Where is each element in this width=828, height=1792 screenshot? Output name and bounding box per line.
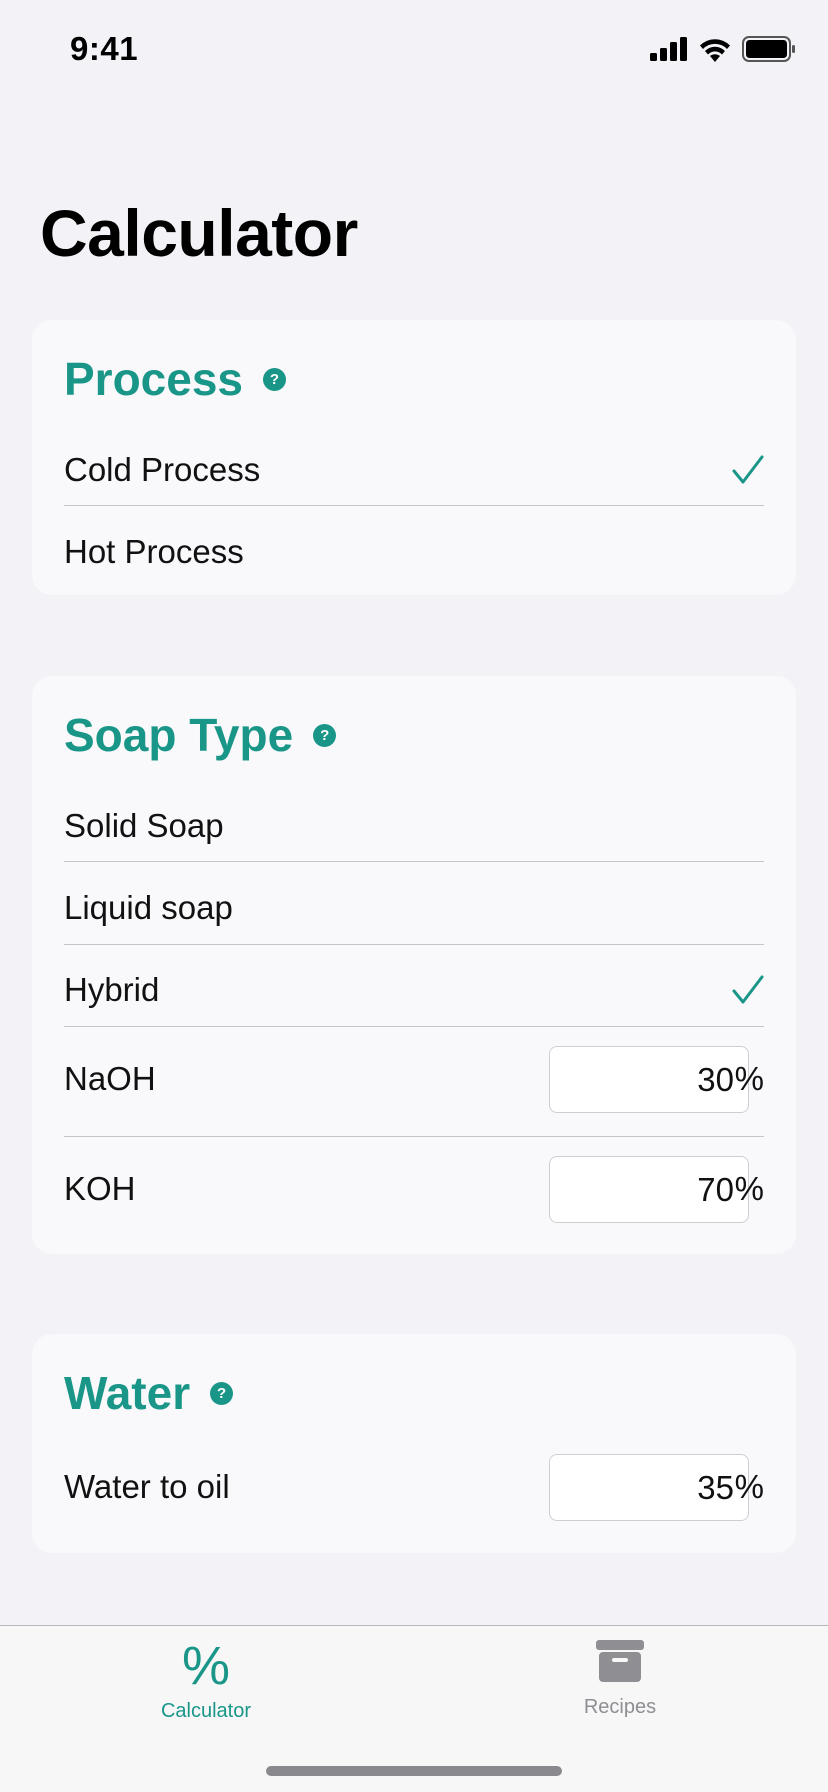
status-bar: 9:41 (0, 0, 828, 100)
wifi-icon (700, 39, 730, 62)
process-title: Process (64, 353, 244, 405)
koh-unit: % (734, 1170, 764, 1207)
percent-icon: % (181, 1636, 230, 1696)
process-header: Process ? (64, 352, 287, 406)
checkmark-icon (732, 975, 764, 1004)
status-icons (650, 36, 796, 62)
naoh-unit: % (734, 1060, 764, 1097)
option-label: Hybrid (64, 971, 160, 1008)
option-label: Cold Process (64, 451, 261, 488)
water-to-oil-input[interactable] (549, 1454, 749, 1521)
water-to-oil-unit: % (734, 1468, 764, 1505)
divider (64, 944, 764, 945)
soap-type-header: Soap Type ? (64, 708, 337, 762)
divider (64, 505, 764, 506)
tab-calculator[interactable]: % Calculator (106, 1626, 306, 1736)
option-label: Solid Soap (64, 807, 224, 844)
koh-row: KOH % (64, 1154, 764, 1224)
tab-label: Recipes (583, 1696, 657, 1718)
naoh-label: NaOH (64, 1060, 156, 1097)
option-hybrid[interactable]: Hybrid (64, 958, 764, 1022)
water-to-oil-row: Water to oil % (64, 1452, 764, 1522)
naoh-input[interactable] (549, 1046, 749, 1113)
soap-type-card: Soap Type ? Solid Soap Liquid soap Hybri… (32, 676, 796, 1254)
option-solid-soap[interactable]: Solid Soap (64, 794, 764, 858)
question-mark-icon[interactable]: ? (210, 1381, 234, 1405)
status-time: 9:41 (70, 30, 139, 67)
process-card: Process ? Cold Process Hot Process (32, 320, 796, 595)
divider (64, 861, 764, 862)
water-card: Water ? Water to oil % (32, 1334, 796, 1553)
home-indicator (266, 1766, 562, 1776)
option-label: Hot Process (64, 533, 244, 570)
page-title: Calculator (40, 196, 358, 270)
checkmark-icon (732, 455, 764, 484)
koh-label: KOH (64, 1170, 136, 1207)
naoh-row: NaOH % (64, 1044, 764, 1114)
water-title: Water (64, 1367, 191, 1419)
water-to-oil-label: Water to oil (64, 1468, 230, 1505)
archivebox-icon (596, 1640, 644, 1682)
option-hot-process[interactable]: Hot Process (64, 520, 764, 584)
cellular-signal-icon (650, 37, 687, 61)
option-label: Liquid soap (64, 889, 233, 926)
divider (64, 1136, 764, 1137)
question-mark-icon[interactable]: ? (263, 367, 287, 391)
tab-recipes[interactable]: Recipes (520, 1626, 720, 1736)
option-liquid-soap[interactable]: Liquid soap (64, 876, 764, 940)
water-header: Water ? (64, 1366, 234, 1420)
battery-icon (742, 36, 795, 62)
divider (64, 1026, 764, 1027)
soap-type-title: Soap Type (64, 709, 294, 761)
tab-label: Calculator (160, 1700, 252, 1722)
option-cold-process[interactable]: Cold Process (64, 438, 764, 502)
question-mark-icon[interactable]: ? (313, 723, 337, 747)
koh-input[interactable] (549, 1156, 749, 1223)
